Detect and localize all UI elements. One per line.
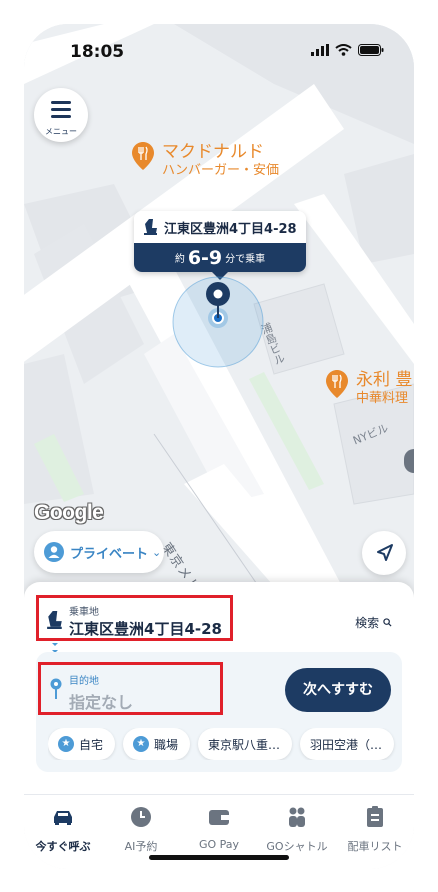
pickup-label: 乗車地: [69, 607, 99, 618]
chevron-down-icon: ⌄: [152, 545, 162, 559]
signal-icon: [311, 44, 329, 56]
wifi-icon: [335, 44, 352, 56]
navigation-arrow-icon: [377, 544, 393, 561]
pickup-bubble-eta: 約 6-9 分で乗車: [134, 243, 306, 272]
search-link[interactable]: 検索: [355, 614, 392, 631]
star-icon: ★: [58, 736, 74, 752]
chip-label: 羽田空港（…: [310, 737, 383, 752]
tab-ai-reservation[interactable]: AI予約: [102, 795, 180, 855]
wallet-icon: [209, 810, 229, 825]
tab-label: GOシャトル: [266, 840, 328, 853]
people-icon: [289, 807, 305, 827]
home-indicator: [149, 855, 289, 860]
shortcut-chip-recent-2[interactable]: 羽田空港（…: [300, 728, 395, 760]
clipboard-icon: [367, 806, 383, 827]
shortcut-chip-home[interactable]: ★ 自宅: [48, 728, 116, 760]
google-logo: Google: [34, 501, 104, 524]
ride-type-selector[interactable]: プライベート ⌄: [34, 531, 164, 573]
poi-category: 中華料理: [356, 391, 409, 406]
menu-button[interactable]: メニュー: [34, 88, 88, 142]
shortcut-chips: ★ 自宅 ★ 職場 東京駅八重… 羽田空港（…: [48, 728, 414, 760]
chip-label: 東京駅八重…: [208, 737, 281, 752]
eta-prefix: 約: [174, 254, 185, 265]
menu-label: メニュー: [45, 127, 77, 136]
seat-icon: [144, 219, 157, 235]
phone-screen: 浦島ビル NYビル 東京メトロ有楽町 18:05: [24, 24, 414, 869]
tab-dispatch-list[interactable]: 配車リスト: [336, 795, 414, 855]
poi-category: ハンバーガー・安価: [162, 163, 280, 178]
search-label: 検索: [355, 616, 380, 630]
clock-icon: [131, 807, 151, 827]
poi-mcdonalds[interactable]: マクドナルド ハンバーガー・安価: [132, 142, 279, 180]
search-icon: [383, 618, 392, 627]
pickup-pin-icon[interactable]: [170, 274, 270, 374]
chip-label: 職場: [154, 737, 179, 752]
restaurant-pin-icon: [132, 142, 154, 170]
shortcut-chip-recent-1[interactable]: 東京駅八重…: [198, 728, 293, 760]
restaurant-pin-icon: [326, 370, 348, 398]
offscreen-marker: [404, 449, 414, 473]
poi-name: マクドナルド: [162, 142, 264, 162]
poi-name: 永利 豊: [356, 370, 413, 390]
tab-go-pay[interactable]: GO Pay: [180, 795, 258, 855]
eta-value: 6-9: [187, 246, 223, 269]
current-location-button[interactable]: [362, 531, 406, 575]
pickup-field[interactable]: 乗車地 江東区豊洲4丁目4-28: [36, 595, 233, 641]
tab-label: GO Pay: [198, 838, 240, 851]
pickup-bubble[interactable]: 江東区豊洲4丁目4-28 約 6-9 分で乗車: [134, 211, 306, 272]
map-view[interactable]: 浦島ビル NYビル 東京メトロ有楽町 18:05: [24, 24, 414, 641]
tab-go-shuttle[interactable]: GOシャトル: [258, 795, 336, 855]
status-icons: [311, 44, 384, 56]
destination-pin-icon: [50, 678, 62, 699]
poi-eiri[interactable]: 永利 豊 中華料理: [326, 370, 412, 408]
destination-label: 目的地: [69, 676, 99, 687]
shortcut-chip-work[interactable]: ★ 職場: [123, 728, 191, 760]
tab-label: 今すぐ呼ぶ: [35, 840, 91, 853]
person-icon: [44, 542, 64, 562]
tab-label: AI予約: [124, 840, 158, 853]
seat-icon: [47, 611, 62, 629]
taxi-icon: [54, 811, 72, 825]
destination-value: 指定なし: [69, 693, 134, 712]
hamburger-icon: [51, 101, 71, 122]
next-button[interactable]: 次へすすむ: [285, 668, 391, 712]
status-time: 18:05: [70, 42, 125, 62]
tab-call-now[interactable]: 今すぐ呼ぶ: [24, 795, 102, 855]
pickup-bubble-address-row: 江東区豊洲4丁目4-28: [134, 211, 306, 243]
chip-label: 自宅: [79, 737, 104, 752]
star-icon: ★: [133, 736, 150, 752]
pickup-value: 江東区豊洲4丁目4-28: [69, 620, 222, 638]
battery-icon: [358, 44, 384, 56]
ride-type-label: プライベート: [70, 546, 149, 562]
status-bar: 18:05: [24, 24, 414, 78]
tab-label: 配車リスト: [347, 840, 403, 853]
destination-field[interactable]: 目的地 指定なし: [38, 662, 223, 715]
pickup-bubble-address: 江東区豊洲4丁目4-28: [164, 221, 297, 237]
eta-suffix: 分で乗車: [225, 254, 266, 265]
